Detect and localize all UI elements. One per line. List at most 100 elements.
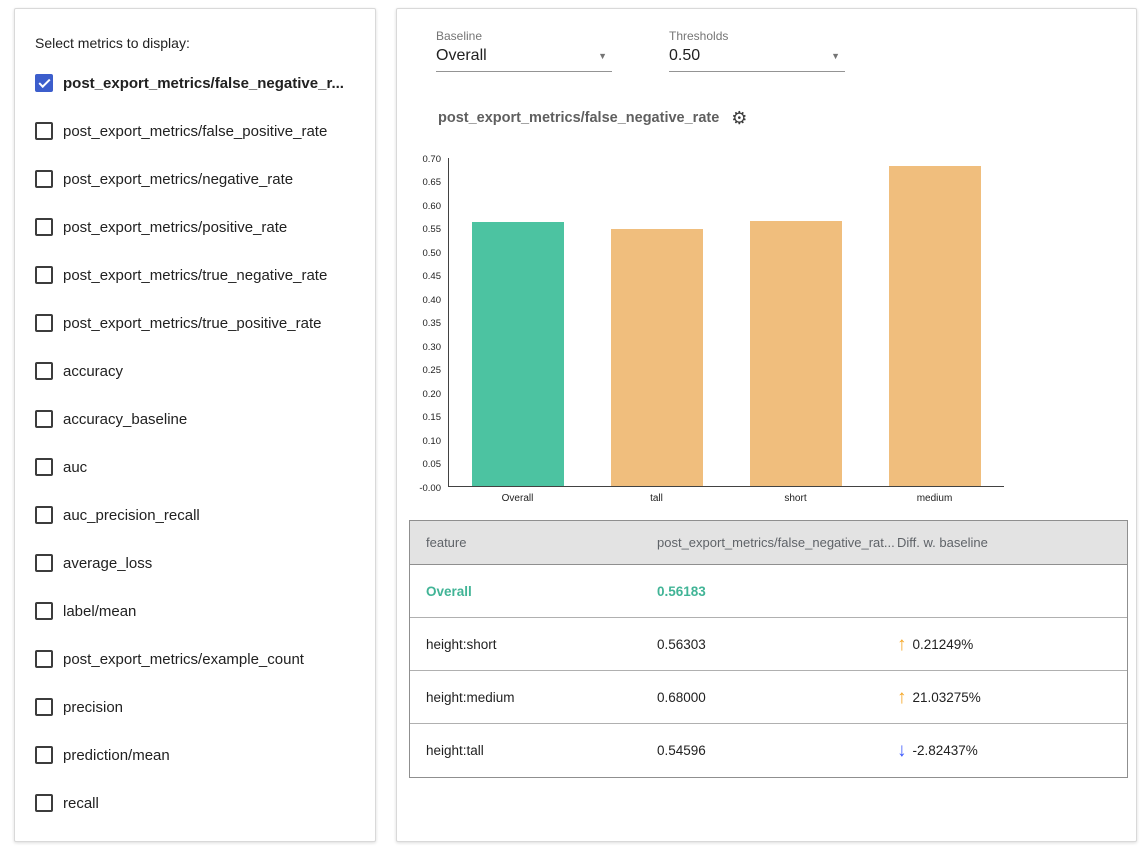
metric-label: post_export_metrics/true_negative_rate — [63, 267, 327, 284]
y-axis-tick-label: 0.05 — [423, 459, 442, 470]
metric-list-item[interactable]: accuracy — [35, 347, 355, 395]
x-axis-label: Overall — [448, 493, 587, 504]
metric-checkbox[interactable] — [35, 218, 53, 236]
cell-value: 0.68000 — [657, 690, 897, 705]
y-axis-tick-label: 0.40 — [423, 295, 442, 306]
metric-checkbox[interactable] — [35, 314, 53, 332]
y-axis-tick-label: -0.00 — [419, 483, 441, 494]
table-row: height:short 0.56303 ↑0.21249% — [410, 618, 1127, 671]
x-axis-label: tall — [587, 493, 726, 504]
table-row: Overall 0.56183 — [410, 565, 1127, 618]
metric-label: prediction/mean — [63, 747, 170, 764]
y-axis-tick-label: 0.50 — [423, 248, 442, 259]
metric-selector-panel: Select metrics to display: post_export_m… — [14, 8, 376, 842]
table-row: height:tall 0.54596 ↓-2.82437% — [410, 724, 1127, 777]
metric-checkbox[interactable] — [35, 170, 53, 188]
baseline-dropdown[interactable]: Baseline Overall ▼ — [436, 29, 612, 72]
baseline-dropdown-value: Overall — [436, 46, 612, 66]
y-axis-tick-label: 0.15 — [423, 412, 442, 423]
metric-label: accuracy_baseline — [63, 411, 187, 428]
metric-list-item[interactable]: auc_precision_recall — [35, 491, 355, 539]
metrics-list: post_export_metrics/false_negative_r... … — [35, 59, 355, 827]
cell-value: 0.56183 — [657, 584, 897, 599]
metric-label: precision — [63, 699, 123, 716]
y-axis-tick-label: 0.65 — [423, 177, 442, 188]
metric-label: post_export_metrics/false_positive_rate — [63, 123, 327, 140]
x-axis-label: short — [726, 493, 865, 504]
y-axis-tick-label: 0.25 — [423, 365, 442, 376]
cell-feature: height:short — [410, 637, 657, 652]
metric-list-item[interactable]: prediction/mean — [35, 731, 355, 779]
controls-row: Baseline Overall ▼ Thresholds 0.50 ▼ — [436, 29, 845, 72]
cell-value: 0.56303 — [657, 637, 897, 652]
metric-detail-panel: Baseline Overall ▼ Thresholds 0.50 ▼ pos… — [396, 8, 1137, 842]
y-axis-tick-label: 0.35 — [423, 318, 442, 329]
metric-label: label/mean — [63, 603, 136, 620]
bar-Overall[interactable] — [472, 222, 564, 486]
diff-value: 21.03275% — [913, 690, 981, 705]
metric-list-item[interactable]: label/mean — [35, 587, 355, 635]
metric-label: post_export_metrics/negative_rate — [63, 171, 293, 188]
table-body: Overall 0.56183 height:short 0.56303 ↑0.… — [410, 565, 1127, 777]
metric-label: auc_precision_recall — [63, 507, 200, 524]
metric-list-item[interactable]: post_export_metrics/true_negative_rate — [35, 251, 355, 299]
bar-medium[interactable] — [889, 166, 981, 486]
diff-value: -2.82437% — [913, 743, 978, 758]
metric-checkbox[interactable] — [35, 506, 53, 524]
metric-checkbox[interactable] — [35, 794, 53, 812]
table-header-feature: feature — [410, 535, 657, 550]
thresholds-dropdown-value: 0.50 — [669, 46, 845, 66]
metric-list-item[interactable]: accuracy_baseline — [35, 395, 355, 443]
bar-short[interactable] — [750, 221, 842, 486]
chart-title-row: post_export_metrics/false_negative_rate … — [438, 109, 747, 127]
metric-list-item[interactable]: post_export_metrics/false_negative_r... — [35, 59, 355, 107]
thresholds-dropdown[interactable]: Thresholds 0.50 ▼ — [669, 29, 845, 72]
metric-checkbox[interactable] — [35, 746, 53, 764]
metric-label: post_export_metrics/example_count — [63, 651, 304, 668]
table-header-metric: post_export_metrics/false_negative_rat..… — [657, 535, 897, 550]
cell-feature: Overall — [410, 584, 657, 599]
chart-plot: 0.700.650.600.550.500.450.400.350.300.25… — [448, 158, 1004, 487]
metric-checkbox[interactable] — [35, 554, 53, 572]
gear-icon[interactable]: ⚙ — [731, 109, 747, 127]
chart-bars — [449, 158, 1004, 486]
table-row: height:medium 0.68000 ↑ 21.03275% — [410, 671, 1127, 724]
y-axis-tick-label: 0.20 — [423, 389, 442, 400]
x-axis-label: medium — [865, 493, 1004, 504]
metric-checkbox[interactable] — [35, 74, 53, 92]
metric-checkbox[interactable] — [35, 698, 53, 716]
metric-checkbox[interactable] — [35, 266, 53, 284]
metric-list-item[interactable]: post_export_metrics/true_positive_rate — [35, 299, 355, 347]
metric-list-item[interactable]: post_export_metrics/positive_rate — [35, 203, 355, 251]
metric-label: post_export_metrics/false_negative_r... — [63, 75, 344, 92]
y-axis-tick-label: 0.60 — [423, 201, 442, 212]
metric-label: post_export_metrics/positive_rate — [63, 219, 287, 236]
metric-checkbox[interactable] — [35, 362, 53, 380]
metric-list-item[interactable]: post_export_metrics/false_positive_rate — [35, 107, 355, 155]
metric-checkbox[interactable] — [35, 122, 53, 140]
cell-diff: ↓-2.82437% — [897, 741, 1127, 760]
cell-feature: height:medium — [410, 690, 657, 705]
y-axis-tick-label: 0.10 — [423, 436, 442, 447]
metric-list-item[interactable]: post_export_metrics/negative_rate — [35, 155, 355, 203]
metric-checkbox[interactable] — [35, 458, 53, 476]
metric-label: post_export_metrics/true_positive_rate — [63, 315, 321, 332]
metric-label: accuracy — [63, 363, 123, 380]
chart-x-labels: Overalltallshortmedium — [448, 493, 1004, 504]
cell-feature: height:tall — [410, 743, 657, 758]
metric-checkbox[interactable] — [35, 410, 53, 428]
metric-checkbox[interactable] — [35, 602, 53, 620]
y-axis-tick-label: 0.70 — [423, 154, 442, 165]
metric-list-item[interactable]: auc — [35, 443, 355, 491]
y-axis-tick-label: 0.30 — [423, 342, 442, 353]
metric-checkbox[interactable] — [35, 650, 53, 668]
cell-value: 0.54596 — [657, 743, 897, 758]
metric-list-item[interactable]: recall — [35, 779, 355, 827]
up-arrow-icon: ↑ — [897, 688, 907, 707]
metric-selector-title: Select metrics to display: — [35, 33, 355, 53]
metric-list-item[interactable]: average_loss — [35, 539, 355, 587]
metric-list-item[interactable]: precision — [35, 683, 355, 731]
chevron-down-icon: ▼ — [598, 51, 607, 61]
bar-tall[interactable] — [611, 229, 703, 486]
metric-list-item[interactable]: post_export_metrics/example_count — [35, 635, 355, 683]
